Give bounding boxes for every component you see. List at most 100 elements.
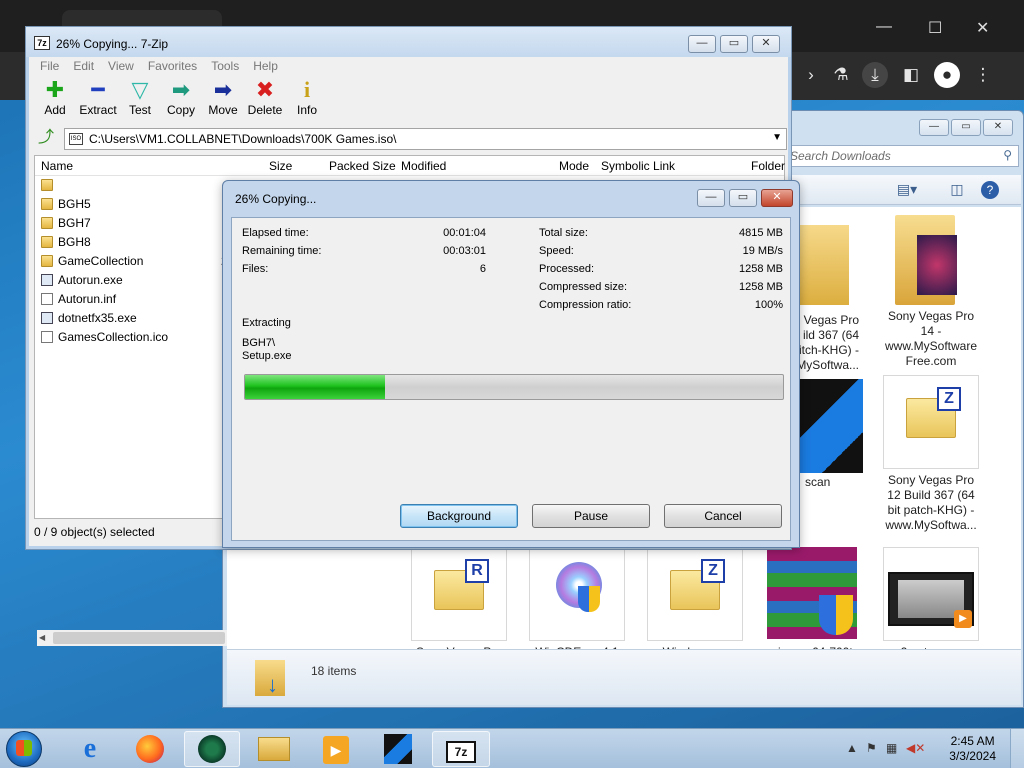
system-tray: ▲ ⚑ ▦ ◀✕ 2:45 AM 3/3/2024 [824, 729, 1024, 768]
browser-maximize-icon[interactable]: ☐ [928, 18, 942, 38]
browser-close-icon[interactable]: ✕ [976, 18, 989, 38]
add-icon: ✚ [45, 77, 65, 102]
menu-help[interactable]: Help [253, 57, 278, 75]
column-modified[interactable]: Modified [401, 156, 446, 176]
play-badge-icon: ▶ [954, 610, 972, 628]
file-name: BGH5 [58, 197, 91, 211]
clock-time: 2:45 AM [950, 734, 995, 748]
menu-favorites[interactable]: Favorites [148, 57, 197, 75]
extract-label: Extract [79, 103, 117, 117]
explorer-minimize-button[interactable]: — [919, 119, 949, 136]
preview-pane-icon[interactable]: ◫ [945, 181, 969, 199]
media-app-icon[interactable] [184, 731, 240, 767]
remaining-time-label: Remaining time: [242, 245, 322, 257]
network-icon[interactable]: ▦ [886, 741, 897, 755]
firefox-icon[interactable] [122, 731, 178, 767]
extract-icon: ━ [91, 77, 105, 102]
scan-app-taskbar-icon[interactable] [370, 731, 426, 767]
move-icon: ➡ [213, 77, 233, 102]
column-mode[interactable]: Mode [559, 156, 589, 176]
delete-button[interactable]: ✖ Delete [244, 77, 286, 123]
total-size-value: 4815 MB [738, 227, 783, 239]
scrollbar-thumb[interactable] [53, 632, 225, 644]
blank-file-icon [41, 331, 53, 343]
elapsed-time-label: Elapsed time: [242, 227, 309, 239]
sevenzip-close-button[interactable]: ✕ [752, 35, 780, 53]
sevenzip-maximize-button[interactable]: ▭ [720, 35, 748, 53]
progress-maximize-button[interactable]: ▭ [729, 189, 757, 207]
address-input[interactable]: ISO C:\Users\VM1.COLLABNET\Downloads\700… [64, 128, 787, 150]
sevenzip-status: 0 / 9 object(s) selected [34, 525, 155, 539]
column-folder[interactable]: Folder [751, 156, 785, 176]
file-item-sony-vegas-pro[interactable]: R Sony Vegas Pro [411, 547, 507, 660]
file-item-y2mate[interactable]: ▶ y2mate.com - [883, 547, 979, 660]
sevenzip-toolbar: ✚ Add ━ Extract ▽ Test ➡ Copy ➡ Move ✖ D… [34, 77, 328, 123]
sevenzip-minimize-button[interactable]: — [688, 35, 716, 53]
compression-ratio-label: Compression ratio: [539, 299, 632, 311]
downloads-folder-icon: ↓ [251, 656, 291, 698]
file-item-winrar[interactable]: winrar-x64-700tr [765, 547, 861, 660]
progress-close-button[interactable]: ✕ [761, 189, 793, 207]
explorer-close-button[interactable]: ✕ [983, 119, 1013, 136]
zip-thumbnail-icon: Z [647, 547, 743, 641]
folder-icon [41, 236, 53, 248]
change-view-icon[interactable]: ▤▾ [895, 181, 919, 199]
sidepanel-icon[interactable]: ◧ [898, 62, 924, 88]
start-button[interactable] [6, 731, 42, 767]
files-value: 6 [479, 263, 486, 275]
file-item-sony-vegas-pro-12[interactable]: Z Sony Vegas Pro 12 Build 367 (64 bit pa… [883, 375, 979, 533]
test-button[interactable]: ▽ Test [120, 77, 160, 123]
profile-avatar-icon[interactable]: ● [934, 62, 960, 88]
file-item-windows-xp[interactable]: Z Windows xp [647, 547, 743, 660]
background-button[interactable]: Background [400, 504, 518, 528]
menu-edit[interactable]: Edit [73, 57, 94, 75]
browser-kebab-menu-icon[interactable]: ⋮ [970, 62, 996, 88]
extract-button[interactable]: ━ Extract [76, 77, 120, 123]
lab-flask-icon[interactable]: ⚗ [828, 62, 854, 88]
explorer-search-input[interactable]: Search Downloads ⚲ [783, 145, 1019, 167]
menu-view[interactable]: View [108, 57, 134, 75]
move-button[interactable]: ➡ Move [202, 77, 244, 123]
pause-button[interactable]: Pause [532, 504, 650, 528]
search-placeholder: Search Downloads [790, 149, 891, 163]
menu-file[interactable]: File [40, 57, 59, 75]
file-item-label: Sony Vegas Pro 12 Build 367 (64 bit patc… [885, 473, 977, 532]
cancel-button[interactable]: Cancel [664, 504, 782, 528]
add-button[interactable]: ✚ Add [34, 77, 76, 123]
file-explorer-icon[interactable] [246, 731, 302, 767]
search-icon[interactable]: ⚲ [1003, 148, 1012, 162]
browser-menu-chevron-icon[interactable]: › [798, 62, 824, 88]
column-symbolic-link[interactable]: Symbolic Link [601, 156, 675, 176]
file-item-wincdemu[interactable]: WinCDEmu-4.1 [529, 547, 625, 660]
zip-folder-icon: Z [906, 387, 961, 438]
file-name: GamesCollection.ico [58, 330, 169, 344]
action-center-flag-icon[interactable]: ⚑ [866, 741, 877, 755]
up-folder-icon[interactable]: ⤴ [36, 130, 56, 148]
internet-explorer-icon[interactable]: e [62, 731, 118, 767]
copy-button[interactable]: ➡ Copy [160, 77, 202, 123]
info-button[interactable]: i Info [286, 77, 328, 123]
progress-title: 26% Copying... [235, 192, 317, 206]
browser-minimize-icon[interactable]: — [876, 18, 892, 36]
column-name[interactable]: Name [41, 156, 73, 176]
folder-icon [41, 217, 53, 229]
explorer-maximize-button[interactable]: ▭ [951, 119, 981, 136]
media-player-icon[interactable]: ▶ [308, 731, 364, 767]
help-icon[interactable]: ? [981, 181, 999, 199]
show-desktop-button[interactable] [1010, 729, 1024, 768]
column-size[interactable]: Size [269, 156, 292, 176]
address-dropdown-icon[interactable]: ▼ [772, 132, 782, 143]
horizontal-scrollbar[interactable]: ◀ [37, 630, 227, 646]
taskbar-clock[interactable]: 2:45 AM 3/3/2024 [949, 734, 996, 764]
volume-muted-icon[interactable]: ◀✕ [906, 741, 925, 755]
file-item-sony-vegas-pro-14[interactable]: Sony Vegas Pro 14 - www.MySoftware Free.… [883, 211, 979, 369]
scroll-left-icon[interactable]: ◀ [39, 630, 45, 646]
menu-tools[interactable]: Tools [211, 57, 239, 75]
sevenzip-taskbar-icon[interactable]: 7z [432, 731, 490, 767]
speed-value: 19 MB/s [742, 245, 783, 257]
progress-minimize-button[interactable]: — [697, 189, 725, 207]
show-hidden-icons-icon[interactable]: ▲ [846, 741, 858, 755]
download-icon[interactable]: ⤓ [862, 62, 888, 88]
column-packed-size[interactable]: Packed Size [329, 156, 396, 176]
processed-value: 1258 MB [738, 263, 783, 275]
